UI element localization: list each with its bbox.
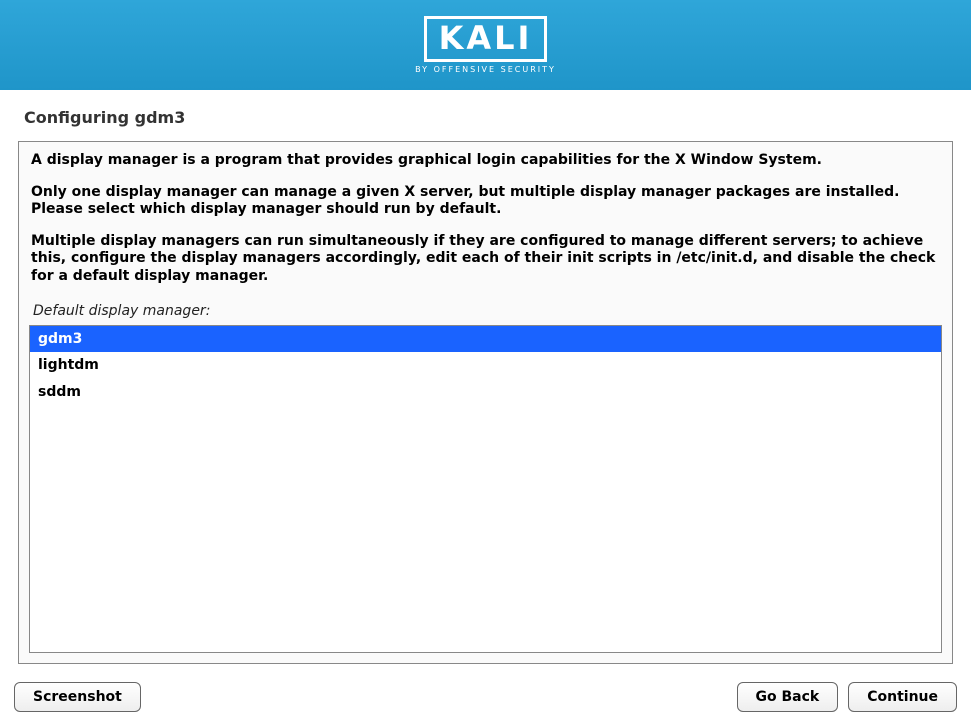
description-p2: Only one display manager can manage a gi… [29,184,942,219]
continue-button[interactable]: Continue [848,682,957,712]
button-bar: Screenshot Go Back Continue [0,674,971,726]
screenshot-button[interactable]: Screenshot [14,682,141,712]
prompt-label: Default display manager: [33,303,942,319]
option-gdm3[interactable]: gdm3 [30,326,941,352]
header-banner: KALI BY OFFENSIVE SECURITY [0,0,971,90]
kali-logo-subtitle: BY OFFENSIVE SECURITY [415,65,556,74]
content: Configuring gdm3 A display manager is a … [0,90,971,674]
config-panel: A display manager is a program that prov… [18,141,953,664]
display-manager-list[interactable]: gdm3 lightdm sddm [29,325,942,653]
option-sddm[interactable]: sddm [30,379,941,405]
description-p1: A display manager is a program that prov… [29,152,942,170]
page-title: Configuring gdm3 [24,108,953,127]
option-lightdm[interactable]: lightdm [30,352,941,378]
spacer [151,682,727,712]
go-back-button[interactable]: Go Back [737,682,839,712]
kali-logo: KALI BY OFFENSIVE SECURITY [415,16,556,73]
kali-logo-text: KALI [424,16,548,61]
description-p3: Multiple display managers can run simult… [29,233,942,286]
